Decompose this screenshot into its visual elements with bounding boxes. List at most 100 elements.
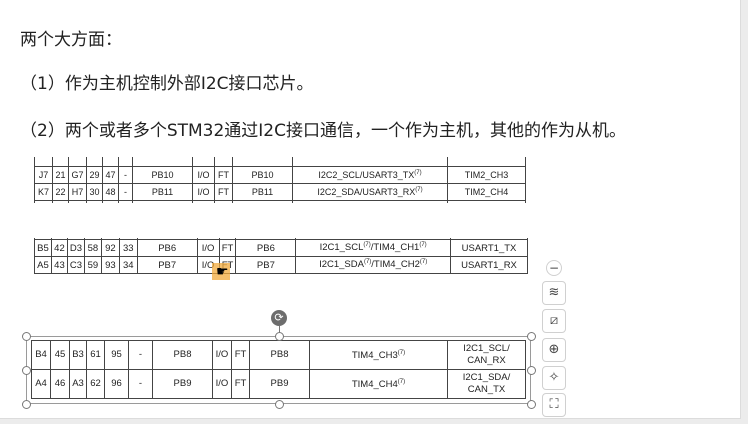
pin-cell: 33	[118, 239, 138, 257]
pin-cell: 92	[100, 239, 120, 257]
pin-cell: B4	[31, 340, 51, 370]
pin-table-image-pb6-pb7[interactable]: B5 42 D3 58 92 33 PB6 I/O FT PB6 I2C1_SC…	[34, 238, 528, 284]
default-function-cell: PB7	[235, 256, 297, 274]
table-row-clipped	[34, 200, 526, 203]
alternate-function-cell: I2C2_SCL/USART3_TX(7)	[292, 166, 448, 184]
pin-cell: -	[128, 369, 153, 399]
rotate-handle-icon[interactable]: ⟳	[271, 310, 287, 326]
default-function-cell: PB9	[249, 369, 310, 399]
pin-cell: G7	[68, 166, 87, 184]
pin-cell: J7	[34, 166, 53, 184]
default-function-cell: PB6	[235, 239, 297, 257]
pin-cell: 46	[50, 369, 70, 399]
alt-func-text: I2C1_SCL	[319, 242, 364, 254]
remap-cell: TIM2_CH3	[447, 166, 526, 184]
pin-table-image-pb10-pb11[interactable]: J7 21 G7 29 47 - PB10 I/O FT PB10 I2C2_S…	[34, 157, 528, 203]
pin-cell: 48	[102, 183, 119, 201]
footnote-mark: (7)	[397, 350, 406, 357]
pin-name-cell: PB9	[152, 369, 213, 399]
pin-cell: 29	[86, 166, 103, 184]
table-row: B4 45 B3 61 95 - PB8 I/O FT PB8 TIM4_CH3…	[31, 340, 526, 370]
paragraph-point-2: （2）两个或者多个STM32通过I2C接口通信，一个作为主机，其他的作为从机。	[20, 121, 626, 141]
pin-cell: 34	[118, 256, 138, 274]
pin-cell: A4	[31, 369, 51, 399]
level-cell: FT	[214, 183, 233, 201]
pin-cell: A5	[34, 256, 52, 274]
hand-cursor-icon: ☛	[216, 264, 229, 280]
footnote-mark: (7)	[397, 379, 406, 386]
pin-table-image-pb8-pb9-selected[interactable]: B4 45 B3 61 95 - PB8 I/O FT PB8 TIM4_CH3…	[22, 332, 536, 409]
pin-cell: 47	[102, 166, 119, 184]
pin-name-cell: PB7	[136, 256, 198, 274]
zoom-in-icon[interactable]: ⊕	[542, 338, 566, 362]
remap-text: I2C1_SCL/	[463, 343, 510, 354]
table-row: A5 43 C3 59 93 34 PB7 I/O FT PB7 I2C1_SD…	[34, 256, 528, 274]
pin-cell: 62	[86, 369, 105, 399]
level-cell: FT	[231, 369, 250, 399]
pin-cell: K7	[34, 183, 53, 201]
alternate-function-cell: I2C1_SCL(7)/TIM4_CH1(7)	[295, 239, 452, 257]
pin-cell: 93	[100, 256, 120, 274]
alt-func-text: TIM4_CH3	[351, 350, 398, 362]
alternate-function-cell: TIM4_CH4(7)	[309, 369, 448, 399]
layers-icon[interactable]: ≋	[542, 281, 566, 305]
resize-handle-top-left[interactable]	[22, 332, 31, 341]
alternate-function-cell: I2C2_SDA/USART3_RX(7)	[292, 183, 448, 201]
paragraph-point-1: （1）作为主机控制外部I2C接口芯片。	[20, 74, 314, 94]
pin-name-cell: PB11	[132, 183, 193, 201]
remap-cell: USART1_RX	[450, 256, 528, 274]
default-function-cell: PB11	[232, 183, 293, 201]
minus-icon[interactable]: −	[546, 260, 562, 276]
alternate-function-cell: TIM4_CH3(7)	[309, 340, 448, 370]
remap-text: CAN_RX	[467, 355, 506, 366]
heading-two-aspects: 两个大方面：	[20, 30, 122, 50]
footnote-mark: (7)	[363, 242, 371, 249]
pin-cell: 22	[52, 183, 69, 201]
footnote-mark: (7)	[419, 259, 428, 266]
pin-cell: C3	[66, 256, 85, 274]
crop-icon[interactable]: ⧄	[542, 309, 566, 333]
resize-handle-top-right[interactable]	[527, 332, 536, 341]
pin-cell: B5	[34, 239, 52, 257]
resize-handle-bottom-right[interactable]	[527, 400, 536, 409]
pin-name-cell: PB8	[152, 340, 213, 370]
remap-text: I2C1_SDA/	[462, 372, 511, 383]
magic-wand-icon[interactable]: ✧	[542, 366, 566, 390]
resize-handle-bottom-left[interactable]	[22, 400, 31, 409]
remap-cell: USART1_TX	[450, 239, 528, 257]
pin-cell: 42	[50, 239, 68, 257]
footnote-mark: (7)	[419, 242, 427, 249]
level-cell: FT	[231, 340, 250, 370]
resize-handle-left[interactable]	[22, 366, 31, 375]
resize-handle-top[interactable]	[275, 332, 284, 341]
pin-cell: 59	[83, 256, 102, 274]
type-cell: I/O	[212, 340, 232, 370]
remap-cell: TIM2_CH4	[447, 183, 526, 201]
pin-cell: -	[118, 183, 133, 201]
alternate-function-cell: I2C1_SDA(7)/TIM4_CH2(7)	[295, 256, 452, 274]
pin-cell: H7	[68, 183, 87, 201]
alt-func-text: TIM4_CH4	[351, 379, 398, 391]
pin-cell: 45	[50, 340, 70, 370]
pin-table: B5 42 D3 58 92 33 PB6 I/O FT PB6 I2C1_SC…	[34, 238, 528, 274]
remap-text: CAN_TX	[467, 384, 506, 395]
pin-cell: B3	[69, 340, 87, 370]
type-cell: I/O	[192, 166, 215, 184]
pin-table: B4 45 B3 61 95 - PB8 I/O FT PB8 TIM4_CH3…	[31, 340, 526, 399]
fit-screen-icon[interactable]: ⛶	[542, 393, 566, 417]
alt-func-text: I2C2_SDA/USART3_RX	[317, 187, 416, 197]
pin-cell: -	[118, 166, 133, 184]
pin-cell: 21	[52, 166, 69, 184]
resize-handle-bottom[interactable]	[275, 400, 284, 409]
table-row: B5 42 D3 58 92 33 PB6 I/O FT PB6 I2C1_SC…	[34, 239, 528, 257]
resize-handle-right[interactable]	[527, 366, 536, 375]
pin-cell: 61	[86, 340, 105, 370]
default-function-cell: PB10	[232, 166, 293, 184]
type-cell: I/O	[196, 239, 220, 257]
alt-func-text: I2C2_SCL/USART3_TX	[318, 170, 415, 180]
type-cell: I/O	[212, 369, 232, 399]
pin-cell: 96	[104, 369, 129, 399]
footnote-mark: (7)	[414, 170, 422, 176]
pin-cell: D3	[66, 239, 85, 257]
default-function-cell: PB8	[249, 340, 310, 370]
